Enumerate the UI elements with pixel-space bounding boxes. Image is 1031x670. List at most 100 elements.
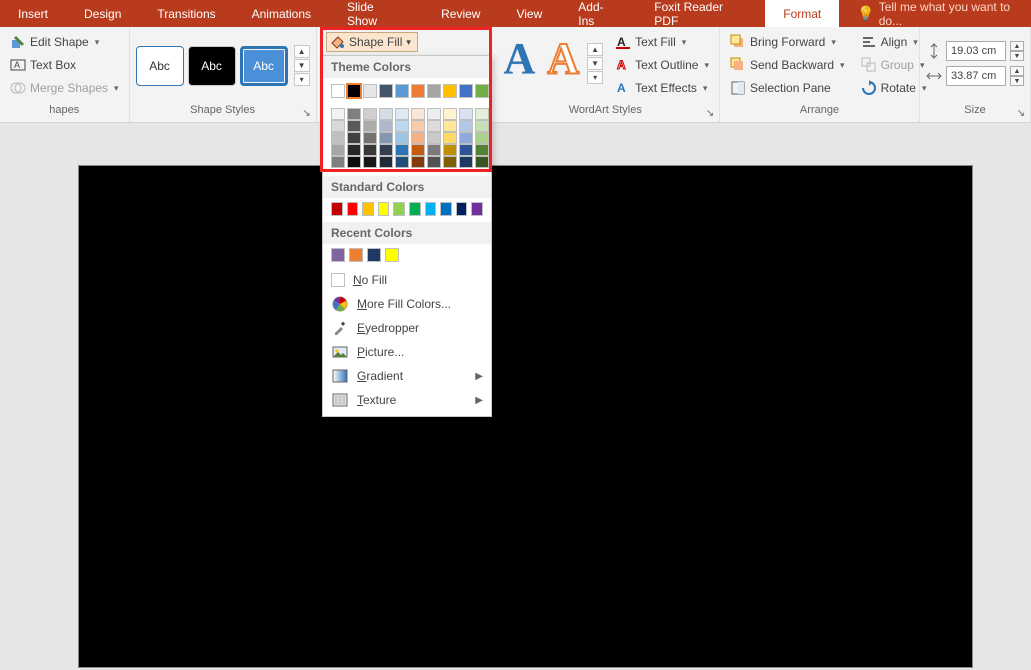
shape-width-input[interactable]: 33.87 cm: [946, 66, 1006, 86]
edit-shape-button[interactable]: Edit Shape: [6, 31, 123, 53]
color-swatch[interactable]: [395, 156, 409, 168]
color-swatch[interactable]: [379, 120, 393, 132]
color-swatch[interactable]: [363, 132, 377, 144]
color-swatch[interactable]: [459, 108, 473, 120]
color-swatch[interactable]: [363, 156, 377, 168]
color-swatch[interactable]: [411, 144, 425, 156]
color-swatch[interactable]: [409, 202, 421, 216]
color-swatch[interactable]: [443, 120, 457, 132]
picture-fill-item[interactable]: Picture...: [323, 340, 491, 364]
color-swatch[interactable]: [456, 202, 468, 216]
wordart-style-1[interactable]: A: [504, 31, 536, 84]
color-swatch[interactable]: [425, 202, 437, 216]
color-swatch[interactable]: [395, 120, 409, 132]
color-swatch[interactable]: [411, 120, 425, 132]
text-fill-button[interactable]: A Text Fill: [611, 31, 713, 53]
tab-foxit[interactable]: Foxit Reader PDF: [636, 0, 765, 27]
color-swatch[interactable]: [459, 120, 473, 132]
color-swatch[interactable]: [331, 156, 345, 168]
slide-canvas-shape[interactable]: [78, 165, 973, 668]
color-swatch[interactable]: [379, 84, 393, 98]
color-swatch[interactable]: [459, 132, 473, 144]
color-swatch[interactable]: [427, 120, 441, 132]
color-swatch[interactable]: [379, 156, 393, 168]
color-swatch[interactable]: [440, 202, 452, 216]
color-swatch[interactable]: [331, 108, 345, 120]
wordart-gallery-scroll[interactable]: ▲ ▼ ▾: [587, 43, 603, 84]
color-swatch[interactable]: [349, 248, 363, 262]
color-swatch[interactable]: [395, 108, 409, 120]
color-swatch[interactable]: [331, 120, 345, 132]
color-swatch[interactable]: [347, 156, 361, 168]
color-swatch[interactable]: [475, 108, 489, 120]
color-swatch[interactable]: [367, 248, 381, 262]
color-swatch[interactable]: [393, 202, 405, 216]
color-swatch[interactable]: [395, 84, 409, 98]
text-effects-button[interactable]: A Text Effects: [611, 77, 713, 99]
color-swatch[interactable]: [443, 144, 457, 156]
send-backward-button[interactable]: Send Backward: [726, 54, 849, 76]
color-swatch[interactable]: [363, 84, 377, 98]
color-swatch[interactable]: [331, 202, 343, 216]
texture-fill-item[interactable]: Texture ▶: [323, 388, 491, 412]
selection-pane-button[interactable]: Selection Pane: [726, 77, 849, 99]
color-swatch[interactable]: [379, 108, 393, 120]
color-swatch[interactable]: [363, 144, 377, 156]
color-swatch[interactable]: [363, 108, 377, 120]
color-swatch[interactable]: [459, 156, 473, 168]
color-swatch[interactable]: [427, 108, 441, 120]
style-gallery-expand[interactable]: ▾: [294, 73, 310, 86]
color-swatch[interactable]: [459, 144, 473, 156]
color-swatch[interactable]: [475, 144, 489, 156]
size-dialog-launcher[interactable]: ↘: [1014, 106, 1028, 120]
color-swatch[interactable]: [443, 132, 457, 144]
color-swatch[interactable]: [459, 84, 473, 98]
more-fill-colors-item[interactable]: More Fill Colors...: [323, 292, 491, 316]
color-swatch[interactable]: [411, 132, 425, 144]
wordart-dialog-launcher[interactable]: ↘: [703, 106, 717, 120]
color-swatch[interactable]: [347, 108, 361, 120]
eyedropper-item[interactable]: Eyedropper: [323, 316, 491, 340]
color-swatch[interactable]: [395, 144, 409, 156]
color-swatch[interactable]: [411, 156, 425, 168]
no-fill-item[interactable]: No Fill: [323, 268, 491, 292]
color-swatch[interactable]: [427, 156, 441, 168]
tab-review[interactable]: Review: [423, 0, 498, 27]
color-swatch[interactable]: [347, 120, 361, 132]
color-swatch[interactable]: [363, 120, 377, 132]
tab-insert[interactable]: Insert: [0, 0, 66, 27]
color-swatch[interactable]: [331, 84, 345, 98]
color-swatch[interactable]: [331, 144, 345, 156]
height-spinner[interactable]: ▲▼: [1010, 41, 1024, 61]
gradient-fill-item[interactable]: Gradient ▶: [323, 364, 491, 388]
text-outline-button[interactable]: A Text Outline: [611, 54, 713, 76]
tab-design[interactable]: Design: [66, 0, 139, 27]
color-swatch[interactable]: [471, 202, 483, 216]
color-swatch[interactable]: [347, 144, 361, 156]
shape-styles-dialog-launcher[interactable]: ↘: [300, 106, 314, 120]
shape-style-2[interactable]: Abc: [188, 46, 236, 86]
tab-transitions[interactable]: Transitions: [139, 0, 233, 27]
color-swatch[interactable]: [385, 248, 399, 262]
color-swatch[interactable]: [443, 108, 457, 120]
color-swatch[interactable]: [347, 202, 359, 216]
color-swatch[interactable]: [362, 202, 374, 216]
color-swatch[interactable]: [347, 84, 361, 98]
color-swatch[interactable]: [411, 108, 425, 120]
bring-forward-button[interactable]: Bring Forward: [726, 31, 849, 53]
color-swatch[interactable]: [475, 84, 489, 98]
shape-style-1[interactable]: Abc: [136, 46, 184, 86]
wordart-style-2[interactable]: A: [547, 31, 579, 84]
color-swatch[interactable]: [379, 132, 393, 144]
color-swatch[interactable]: [475, 132, 489, 144]
tell-me-input[interactable]: 💡 Tell me what you want to do...: [839, 0, 1031, 27]
color-swatch[interactable]: [475, 156, 489, 168]
tab-add-ins[interactable]: Add-Ins: [560, 0, 636, 27]
color-swatch[interactable]: [427, 84, 441, 98]
shape-fill-button[interactable]: Shape Fill ▾: [326, 32, 418, 52]
color-swatch[interactable]: [427, 132, 441, 144]
tab-animations[interactable]: Animations: [234, 0, 329, 27]
tab-format[interactable]: Format: [765, 0, 839, 27]
color-swatch[interactable]: [379, 144, 393, 156]
color-swatch[interactable]: [427, 144, 441, 156]
